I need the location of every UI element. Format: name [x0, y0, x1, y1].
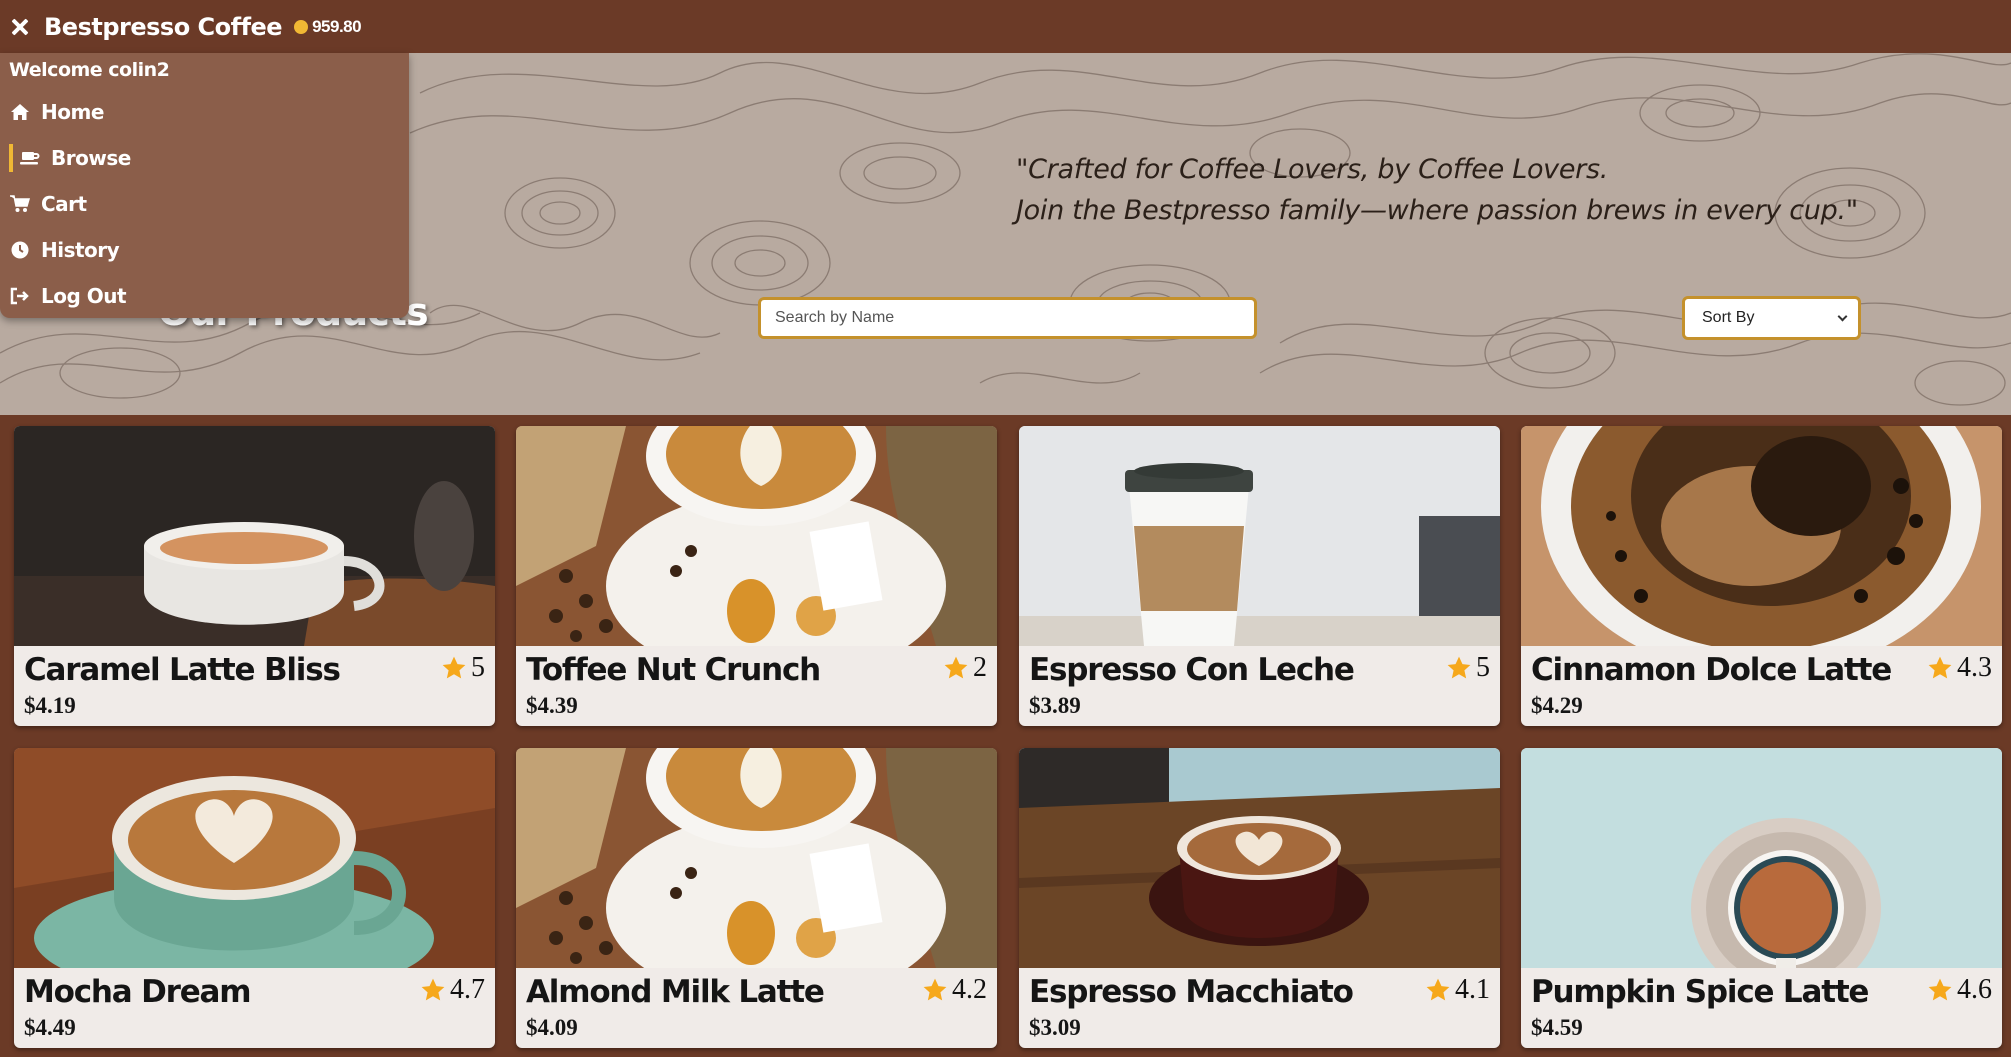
product-rating: 4.6 [1927, 974, 1992, 1006]
menu-item-label: Home [41, 100, 104, 124]
product-rating: 2 [943, 652, 987, 684]
coin-balance: 959.80 [312, 16, 362, 36]
product-image [516, 426, 997, 646]
menu-item-label: History [41, 238, 120, 262]
star-icon [421, 978, 445, 1001]
product-price: $4.29 [1531, 693, 1583, 718]
home-icon [9, 101, 31, 123]
product-card[interactable]: Mocha Dream 4.7 $4.49 [14, 748, 495, 1048]
hero-quote: "Crafted for Coffee Lovers, by Coffee Lo… [1016, 149, 1858, 231]
star-icon [944, 656, 968, 679]
product-card[interactable]: Caramel Latte Bliss 5 $4.19 [14, 426, 495, 726]
coin-icon [294, 19, 309, 34]
quote-line-2: Join the Bestpresso family—where passion… [1016, 195, 1858, 226]
menu-item-label: Log Out [41, 284, 127, 308]
product-price: $3.09 [1029, 1015, 1081, 1040]
product-card[interactable]: Toffee Nut Crunch 2 $4.39 [516, 426, 997, 726]
product-price: $4.49 [24, 1015, 76, 1040]
sort-label: Sort By [1702, 309, 1755, 326]
active-indicator [9, 144, 13, 172]
product-price: $4.39 [526, 693, 578, 718]
product-card[interactable]: Cinnamon Dolce Latte 4.3 $4.29 [1521, 426, 2002, 726]
product-rating: 5 [1446, 652, 1490, 684]
chevron-down-icon [1837, 311, 1848, 322]
product-name: Espresso Con Leche [1029, 652, 1355, 688]
rating-value: 4.3 [1957, 652, 1992, 683]
product-grid: Caramel Latte Bliss 5 $4.19 Toffee Nut C… [0, 415, 2011, 1057]
product-card[interactable]: Almond Milk Latte 4.2 $4.09 [516, 748, 997, 1048]
sort-select[interactable]: Sort By [1682, 296, 1861, 340]
rating-value: 2 [973, 652, 987, 683]
product-image [1521, 426, 2002, 646]
product-price: $4.59 [1531, 1015, 1583, 1040]
product-name: Cinnamon Dolce Latte [1531, 652, 1892, 688]
product-card[interactable]: Espresso Con Leche 5 $3.89 [1019, 426, 1500, 726]
product-name: Caramel Latte Bliss [24, 652, 341, 688]
rating-value: 4.6 [1957, 974, 1992, 1005]
star-icon [923, 978, 947, 1001]
rating-value: 4.7 [450, 974, 485, 1005]
product-rating: 5 [441, 652, 485, 684]
product-image [1019, 426, 1500, 646]
coffee-cup-icon [19, 147, 41, 169]
product-image [516, 748, 997, 968]
product-price: $4.09 [526, 1015, 578, 1040]
side-menu: Welcome colin2 Home Browse Cart History … [0, 53, 409, 318]
product-rating: 4.7 [420, 974, 485, 1006]
menu-item-history[interactable]: History [0, 230, 409, 270]
product-image [14, 426, 495, 646]
menu-item-browse[interactable]: Browse [0, 138, 409, 178]
search-input[interactable] [758, 297, 1257, 339]
product-price: $3.89 [1029, 693, 1081, 718]
rating-value: 5 [1476, 652, 1490, 683]
star-icon [442, 656, 466, 679]
menu-item-label: Browse [51, 146, 131, 170]
product-image [14, 748, 495, 968]
product-image [1019, 748, 1500, 968]
star-icon [1426, 978, 1450, 1001]
rating-value: 4.2 [952, 974, 987, 1005]
star-icon [1928, 656, 1952, 679]
brand-name: Bestpresso Coffee [44, 12, 283, 41]
close-icon[interactable] [10, 17, 30, 37]
menu-item-cart[interactable]: Cart [0, 184, 409, 224]
product-name: Espresso Macchiato [1029, 974, 1354, 1010]
clock-icon [9, 239, 31, 261]
logout-icon [9, 285, 31, 307]
rating-value: 4.1 [1455, 974, 1490, 1005]
cart-icon [9, 193, 31, 215]
product-rating: 4.1 [1425, 974, 1490, 1006]
product-image [1521, 748, 2002, 968]
star-icon [1447, 656, 1471, 679]
rating-value: 5 [471, 652, 485, 683]
menu-item-logout[interactable]: Log Out [0, 276, 409, 316]
product-name: Mocha Dream [24, 974, 252, 1010]
welcome-text: Welcome colin2 [9, 59, 170, 81]
product-name: Toffee Nut Crunch [526, 652, 821, 688]
product-rating: 4.3 [1927, 652, 1992, 684]
product-card[interactable]: Espresso Macchiato 4.1 $3.09 [1019, 748, 1500, 1048]
menu-item-home[interactable]: Home [0, 92, 409, 132]
quote-line-1: "Crafted for Coffee Lovers, by Coffee Lo… [1016, 154, 1609, 185]
product-rating: 4.2 [922, 974, 987, 1006]
product-name: Almond Milk Latte [526, 974, 825, 1010]
top-bar: Bestpresso Coffee 959.80 [0, 0, 2011, 53]
product-price: $4.19 [24, 693, 76, 718]
product-name: Pumpkin Spice Latte [1531, 974, 1869, 1010]
product-card[interactable]: Pumpkin Spice Latte 4.6 $4.59 [1521, 748, 2002, 1048]
star-icon [1928, 978, 1952, 1001]
menu-item-label: Cart [41, 192, 87, 216]
